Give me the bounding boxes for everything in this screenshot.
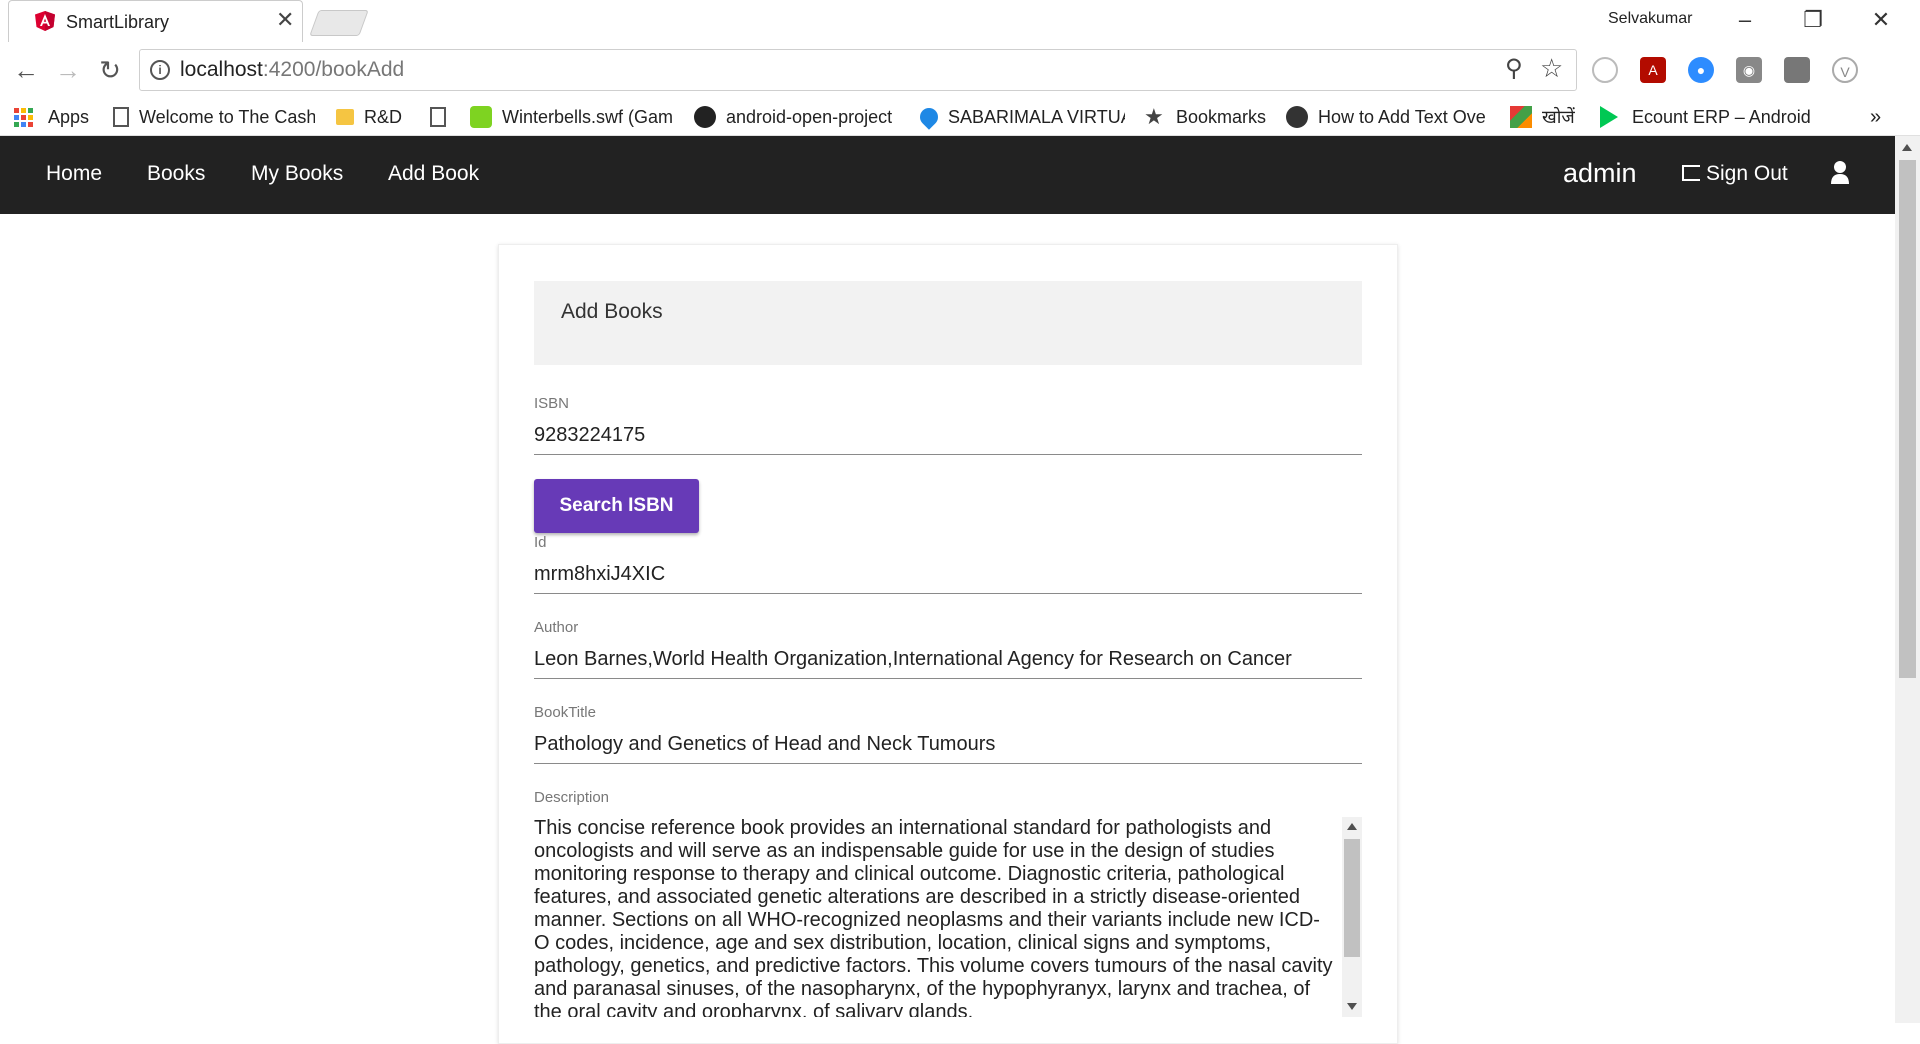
search-isbn-button[interactable]: Search ISBN: [534, 479, 699, 533]
bookmark-label: Bookmarks: [1176, 106, 1267, 127]
minimize-icon[interactable]: –: [1720, 4, 1770, 36]
card-title: Add Books: [561, 300, 663, 323]
page-scroll-up-icon[interactable]: [1902, 144, 1912, 151]
play-store-icon: [1600, 106, 1618, 128]
nav-home[interactable]: Home: [46, 162, 102, 186]
scroll-down-icon[interactable]: [1347, 1003, 1357, 1010]
bookmark-welcome[interactable]: Welcome to The Cash: [110, 102, 315, 132]
profile-name[interactable]: Selvakumar: [1608, 10, 1692, 28]
nav-username[interactable]: admin: [1563, 158, 1637, 189]
url-host: localhost: [180, 58, 263, 81]
bookmarks-overflow-icon[interactable]: »: [1870, 102, 1881, 132]
extension-refresh-icon[interactable]: [1592, 57, 1618, 83]
star-icon: ★: [1144, 104, 1164, 129]
booktitle-label: BookTitle: [534, 704, 596, 721]
github-icon: [694, 106, 716, 128]
booktitle-input[interactable]: Pathology and Genetics of Head and Neck …: [534, 726, 1362, 764]
id-input[interactable]: mrm8hxiJ4XIC: [534, 556, 1362, 594]
bookmark-github[interactable]: android-open-project: [694, 102, 899, 132]
pdf-icon[interactable]: A: [1640, 57, 1666, 83]
bookmarks-bar: Apps Welcome to The Cash R&D Winterbells…: [0, 98, 1920, 136]
bookmark-label: Ecount ERP – Android: [1632, 106, 1810, 127]
mosaic-icon: [1510, 106, 1532, 128]
bookmark-rnd[interactable]: R&D: [336, 102, 402, 132]
user-icon[interactable]: [1830, 160, 1850, 186]
signout-label: Sign Out: [1706, 162, 1788, 185]
back-icon[interactable]: ←: [10, 54, 42, 86]
isbn-field: ISBN 9283224175: [534, 395, 1362, 455]
restore-icon[interactable]: ❐: [1788, 4, 1838, 36]
bookmark-ecount[interactable]: Ecount ERP – Android: [1600, 102, 1810, 132]
new-tab-button[interactable]: [309, 10, 369, 36]
zoom-icon[interactable]: ●: [1688, 57, 1714, 83]
page-scroll-thumb[interactable]: [1899, 160, 1916, 678]
folder-icon: [336, 109, 354, 125]
signout-link[interactable]: Sign Out: [1682, 162, 1788, 186]
isbn-label: ISBN: [534, 395, 570, 412]
bookmark-label: android-open-project: [726, 106, 893, 127]
bookmark-bookmarks[interactable]: ★ Bookmarks: [1144, 102, 1266, 132]
apps-icon: [14, 107, 36, 127]
address-bar[interactable]: i localhost:4200/bookAdd ⚲ ☆: [139, 49, 1577, 91]
bookmark-page[interactable]: [430, 102, 456, 132]
bookmark-khojen[interactable]: खोजें: [1510, 102, 1575, 132]
page-icon: [430, 107, 446, 127]
bookmark-apps[interactable]: Apps: [14, 102, 89, 132]
key-icon[interactable]: ⚲: [1505, 54, 1523, 83]
browser-tabstrip: SmartLibrary ✕ Selvakumar – ❐ ✕: [0, 0, 1920, 42]
bookmark-label: खोजें: [1542, 107, 1575, 127]
camera-icon[interactable]: ◉: [1736, 57, 1762, 83]
vimeo-icon[interactable]: V: [1832, 57, 1858, 83]
title-field: BookTitle Pathology and Genetics of Head…: [534, 704, 1362, 764]
tab-close-icon[interactable]: ✕: [276, 9, 294, 31]
description-label: Description: [534, 789, 610, 806]
bookmark-sabarimala[interactable]: SABARIMALA VIRTUA: [920, 102, 1125, 132]
forward-icon[interactable]: →: [52, 54, 84, 86]
signout-icon: [1682, 165, 1700, 181]
bookmark-add-text[interactable]: How to Add Text Ove: [1286, 102, 1492, 132]
description-textarea[interactable]: This concise reference book provides an …: [534, 817, 1362, 1017]
app-navbar: Home Books My Books Add Book admin Sign …: [0, 136, 1895, 214]
card-header: Add Books: [534, 281, 1362, 365]
nav-my-books[interactable]: My Books: [251, 162, 343, 186]
main-content: Add Books ISBN 9283224175 Search ISBN Id…: [0, 214, 1895, 1044]
id-field: Id mrm8hxiJ4XIC: [534, 534, 1362, 594]
tab-title: SmartLibrary: [66, 12, 170, 32]
pie-icon: [1286, 106, 1308, 128]
bookmark-label: Apps: [48, 106, 90, 127]
author-field: Author Leon Barnes,World Health Organiza…: [534, 619, 1362, 679]
window-close-icon[interactable]: ✕: [1856, 4, 1906, 36]
add-book-card: Add Books ISBN 9283224175 Search ISBN Id…: [498, 244, 1398, 1044]
bookmark-label: SABARIMALA VIRTUA: [948, 106, 1125, 127]
nav-books[interactable]: Books: [147, 162, 205, 186]
scroll-up-icon[interactable]: [1347, 823, 1357, 830]
bookmark-winterbells[interactable]: Winterbells.swf (Gam: [470, 102, 675, 132]
location-icon: [920, 104, 942, 130]
isbn-input[interactable]: 9283224175: [534, 417, 1362, 455]
browser-toolbar: ← → ↻ i localhost:4200/bookAdd ⚲ ☆ A ● ◉…: [0, 42, 1920, 98]
bookmark-label: Welcome to The Cash: [139, 106, 315, 127]
extension-icon[interactable]: [1784, 57, 1810, 83]
author-label: Author: [534, 619, 579, 636]
bookmark-label: Winterbells.swf (Gam: [502, 106, 674, 127]
description-scrollbar[interactable]: [1342, 817, 1362, 1017]
star-icon[interactable]: ☆: [1540, 53, 1563, 84]
id-label: Id: [534, 534, 547, 551]
reload-icon[interactable]: ↻: [94, 54, 126, 86]
page-scrollbar[interactable]: [1895, 136, 1920, 1023]
url-text[interactable]: localhost:4200/bookAdd: [180, 58, 404, 82]
url-path: :4200/bookAdd: [262, 58, 405, 81]
description-text: This concise reference book provides an …: [534, 817, 1333, 1017]
scroll-thumb[interactable]: [1344, 839, 1360, 957]
nav-add-book[interactable]: Add Book: [388, 162, 479, 186]
angular-icon: [35, 11, 55, 31]
info-icon[interactable]: i: [150, 60, 170, 80]
author-input[interactable]: Leon Barnes,World Health Organization,In…: [534, 641, 1362, 679]
page-icon: [113, 107, 129, 127]
bookmark-label: R&D: [364, 106, 403, 127]
bookmark-label: How to Add Text Ove: [1318, 106, 1486, 127]
game-icon: [470, 106, 492, 128]
